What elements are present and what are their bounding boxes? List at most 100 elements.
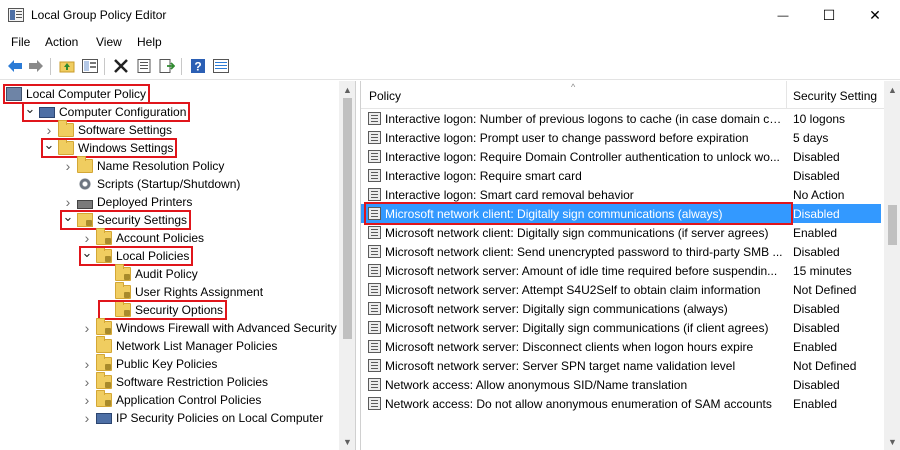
maximize-icon: ☐ [822,7,836,23]
tree-item-security-settings[interactable]: ⌄ Security Settings [63,208,188,229]
chevron-right-icon[interactable]: › [63,157,73,175]
policy-row[interactable]: Microsoft network server: Amount of idle… [361,261,881,280]
column-header-policy[interactable]: Policy [369,89,401,103]
scripts-icon [77,177,93,191]
up-one-level-button[interactable] [58,57,76,75]
maximize-button[interactable]: ☐ [806,0,852,31]
policy-row[interactable]: Interactive logon: Require smart card Dis… [361,166,881,185]
tree-item-application-control-policies[interactable]: › Application Control Policies [82,390,261,409]
folder-icon [58,120,74,137]
list-vertical-scrollbar[interactable]: ▲ ▼ [884,81,900,450]
help-icon: ? [191,59,205,74]
policy-row[interactable]: Microsoft network server: Server SPN tar… [361,356,881,375]
toolbar-separator [181,58,182,75]
tree-item-audit-policy[interactable]: Audit Policy [101,264,198,283]
properties-button[interactable] [135,57,153,75]
close-icon: ✕ [869,7,881,23]
policy-row[interactable]: Microsoft network client: Send unencrypt… [361,242,881,261]
tree-item-account-policies[interactable]: › Account Policies [82,228,204,247]
policy-row[interactable]: Network access: Allow anonymous SID/Name… [361,375,881,394]
chevron-down-icon[interactable]: ⌄ [44,136,55,154]
chevron-right-icon[interactable]: › [82,391,92,409]
policy-row[interactable]: Interactive logon: Number of previous lo… [361,109,881,128]
policy-setting-icon [368,169,381,182]
chevron-down-icon[interactable]: ⌄ [82,244,93,262]
scroll-up-icon[interactable]: ▲ [339,81,355,98]
policy-icon [6,87,22,101]
chevron-right-icon[interactable]: › [82,355,92,373]
back-button[interactable] [6,57,24,75]
policy-row[interactable]: Microsoft network client: Digitally sign… [361,223,881,242]
tree-item-name-resolution-policy[interactable]: › Name Resolution Policy [63,156,225,175]
tree-item-user-rights-assignment[interactable]: User Rights Assignment [101,282,263,301]
policy-row[interactable]: Network access: Do not allow anonymous e… [361,394,881,413]
help-button[interactable]: ? [189,57,207,75]
tree-item-windows-settings[interactable]: ⌄ Windows Settings [44,136,173,157]
policy-row[interactable]: Interactive logon: Smart card removal be… [361,185,881,204]
policy-row-selected[interactable]: Microsoft network client: Digitally sign… [361,204,881,223]
scroll-down-icon[interactable]: ▼ [884,433,900,450]
security-setting-value: Disabled [793,244,840,259]
chevron-down-icon[interactable]: ⌄ [63,208,74,226]
policy-name: Microsoft network client: Send unencrypt… [385,244,783,259]
policy-name: Interactive logon: Require smart card [385,168,582,183]
export-list-button[interactable] [158,57,176,75]
forward-button[interactable] [27,57,45,75]
policy-row[interactable]: Microsoft network server: Digitally sign… [361,318,881,337]
tree-item-network-list-manager-policies[interactable]: Network List Manager Policies [82,336,277,355]
properties-icon [137,59,151,73]
policy-list-pane[interactable]: ^ Policy Security Setting Interactive lo… [360,81,900,450]
chevron-right-icon[interactable]: › [82,319,92,337]
policy-row[interactable]: Microsoft network server: Digitally sign… [361,299,881,318]
scroll-up-icon[interactable]: ▲ [884,81,900,98]
menu-view[interactable]: View [96,35,122,49]
show-hide-tree-button[interactable] [81,57,99,75]
policy-row[interactable]: Interactive logon: Require Domain Contro… [361,147,881,166]
minimize-button[interactable]: — [760,0,806,31]
list-scroll-thumb[interactable] [888,205,897,245]
policy-row[interactable]: Interactive logon: Prompt user to change… [361,128,881,147]
security-setting-value: Disabled [793,320,840,335]
window-title: Local Group Policy Editor [31,8,167,22]
menu-help[interactable]: Help [137,35,162,49]
tree-scroll-thumb[interactable] [343,98,352,339]
scroll-down-icon[interactable]: ▼ [339,433,355,450]
filter-button[interactable] [212,57,230,75]
tree-item-computer-configuration[interactable]: ⌄ Computer Configuration [25,100,187,121]
chevron-right-icon[interactable]: › [82,373,92,391]
column-header-security-setting[interactable]: Security Setting [793,89,877,103]
tree-vertical-scrollbar[interactable]: ▲ ▼ [339,81,355,450]
ip-security-icon [96,412,112,424]
tree-item-software-settings[interactable]: › Software Settings [44,120,172,139]
menu-file[interactable]: File [11,35,30,49]
tree-item-ip-security-policies-on-local-computer[interactable]: › IP Security Policies on Local Computer [82,409,324,427]
close-button[interactable]: ✕ [852,0,898,31]
locked-folder-icon [96,390,112,407]
tree-item-security-options[interactable]: Security Options [101,300,223,319]
tree-item-label: IP Security Policies on Local Computer [116,411,324,425]
delete-button[interactable] [112,57,130,75]
tree-item-label: Security Settings [97,213,188,227]
tree-item-label: Name Resolution Policy [97,159,225,173]
locked-folder-icon [96,372,112,389]
security-setting-value: Disabled [793,168,840,183]
tree-item-public-key-policies[interactable]: › Public Key Policies [82,354,217,373]
chevron-right-icon[interactable]: › [82,409,92,427]
menu-action[interactable]: Action [45,35,78,49]
chevron-down-icon[interactable]: ⌄ [25,100,36,118]
policy-setting-icon [368,264,381,277]
tree-item-deployed-printers[interactable]: › Deployed Printers [63,193,193,211]
tree-item-software-restriction-policies[interactable]: › Software Restriction Policies [82,372,268,391]
svg-text:?: ? [194,60,201,74]
console-tree-pane[interactable]: Local Computer Policy ⌄ Computer Configura… [0,81,356,450]
column-divider[interactable] [786,81,787,109]
tree-item-scripts-startup-shutdown[interactable]: Scripts (Startup/Shutdown) [63,175,240,193]
tree-item-windows-firewall-with-advanced-security[interactable]: › Windows Firewall with Advanced Security [82,318,337,337]
policy-name: Microsoft network server: Amount of idle… [385,263,778,278]
policy-setting-icon [368,245,381,258]
policy-row[interactable]: Microsoft network server: Disconnect cli… [361,337,881,356]
tree-item-local-policies[interactable]: ⌄ Local Policies [82,244,189,265]
policy-row[interactable]: Microsoft network server: Attempt S4U2Se… [361,280,881,299]
tree-item-label: Computer Configuration [59,105,187,119]
tree-item-label: Audit Policy [135,267,198,281]
